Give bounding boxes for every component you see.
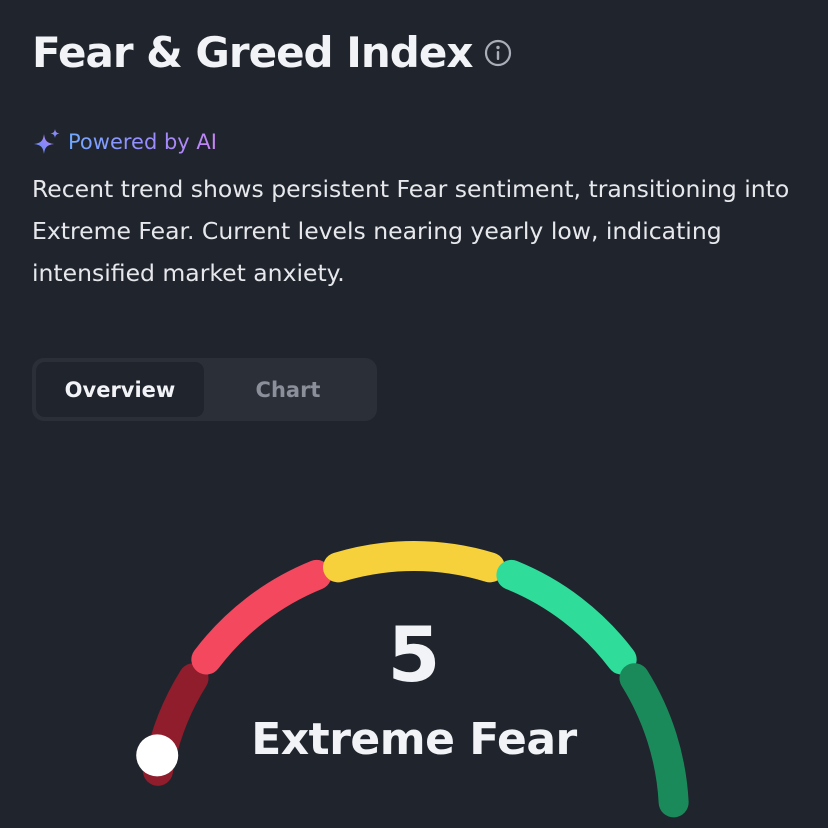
tab-chart[interactable]: Chart [204, 362, 372, 417]
powered-by-ai: Powered by AI [32, 127, 217, 157]
sparkle-icon [32, 127, 62, 157]
gauge-value: 5 [387, 610, 441, 699]
header: Fear & Greed Index [32, 28, 512, 77]
view-tabs: Overview Chart [32, 358, 377, 421]
gauge-sentiment-label: Extreme Fear [251, 714, 577, 765]
page-title: Fear & Greed Index [32, 28, 473, 77]
info-icon[interactable] [484, 39, 512, 67]
ai-summary-text: Recent trend shows persistent Fear senti… [32, 175, 790, 287]
tab-overview[interactable]: Overview [36, 362, 204, 417]
gauge-segment-neutral [322, 541, 506, 583]
powered-by-label: Powered by AI [68, 130, 217, 154]
